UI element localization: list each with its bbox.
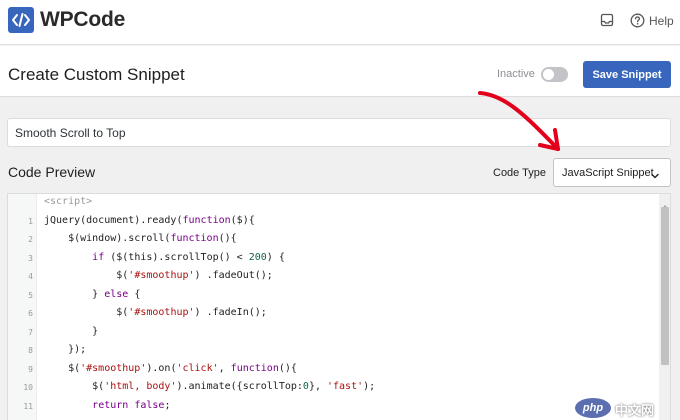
code-line[interactable]: 5 } else { bbox=[8, 287, 658, 305]
help-label: Help bbox=[649, 14, 674, 28]
code-line[interactable]: 6 $('#smoothup') .fadeIn(); bbox=[8, 305, 658, 323]
code-text: return false; bbox=[92, 399, 171, 411]
code-preview-label: Code Preview bbox=[8, 164, 96, 180]
chevron-down-icon bbox=[650, 168, 660, 186]
code-type-select[interactable]: JavaScript Snippet bbox=[553, 158, 671, 187]
page-title: Create Custom Snippet bbox=[8, 65, 185, 84]
code-text: $(window).scroll(function(){ bbox=[44, 233, 237, 244]
line-number: 1 bbox=[28, 216, 33, 226]
page-header: Create Custom Snippet Inactive Save Snip… bbox=[0, 46, 680, 97]
line-number: 9 bbox=[28, 364, 33, 374]
code-line[interactable]: 8 }); bbox=[8, 342, 658, 360]
code-line[interactable]: 4 $('#smoothup') .fadeOut(); bbox=[8, 268, 658, 286]
code-type-label: Code Type bbox=[493, 167, 547, 179]
annotation-arrow-icon bbox=[470, 85, 570, 165]
line-number: 6 bbox=[28, 309, 33, 318]
app-name: WPCode bbox=[40, 8, 126, 31]
top-bar: WPCode Help bbox=[0, 0, 680, 45]
code-editor[interactable]: <script> 1 jQuery(document).ready(function… bbox=[7, 193, 671, 420]
code-text: } else { bbox=[44, 288, 141, 300]
line-number: 4 bbox=[28, 272, 33, 281]
code-line[interactable]: 2 $(window).scroll(function(){ bbox=[8, 231, 658, 249]
status-label: Inactive bbox=[497, 68, 535, 80]
inbox-icon[interactable] bbox=[600, 13, 614, 32]
code-text: $('#smoothup') .fadeIn(); bbox=[44, 307, 267, 318]
code-line[interactable]: 11 return false; bbox=[8, 398, 658, 416]
code-text: }); bbox=[44, 344, 87, 355]
active-toggle[interactable] bbox=[541, 67, 568, 82]
code-line[interactable]: 3 if ($(this).scrollTop() < 200) { bbox=[8, 250, 658, 268]
code-line[interactable]: <script> bbox=[8, 194, 658, 212]
watermark-badge: php bbox=[575, 398, 611, 418]
code-text: <script> bbox=[44, 196, 93, 207]
code-text: if ($(this).scrollTop() < 200) { bbox=[92, 251, 285, 263]
code-text: jQuery(document).ready(function($){ bbox=[44, 214, 255, 226]
code-type-value: JavaScript Snippet bbox=[562, 167, 654, 179]
help-icon bbox=[630, 13, 645, 33]
code-text: $('#smoothup') .fadeOut(); bbox=[44, 270, 273, 281]
snippet-title-input[interactable] bbox=[7, 118, 671, 147]
save-snippet-button[interactable]: Save Snippet bbox=[583, 61, 671, 88]
editor-scrollbar[interactable] bbox=[659, 194, 670, 420]
code-text: $('html, body').animate({scrollTop:0}, '… bbox=[44, 381, 376, 392]
code-line[interactable]: 7 } bbox=[8, 324, 658, 342]
code-line[interactable]: 1 jQuery(document).ready(function($){ bbox=[8, 213, 658, 231]
line-number: 11 bbox=[23, 401, 33, 411]
line-number: 10 bbox=[23, 383, 33, 392]
line-number: 3 bbox=[28, 253, 33, 263]
wpcode-logo-icon bbox=[8, 7, 34, 33]
line-number: 2 bbox=[28, 235, 33, 244]
watermark-text: 中文网 bbox=[615, 403, 655, 418]
code-text: } bbox=[44, 325, 99, 337]
line-number: 8 bbox=[28, 346, 33, 355]
watermark: php 中文网 bbox=[575, 398, 675, 418]
code-line[interactable]: 10 $('html, body').animate({scrollTop:0}… bbox=[8, 379, 658, 397]
line-number: 5 bbox=[28, 290, 33, 300]
line-number: 7 bbox=[28, 327, 33, 337]
scrollbar-thumb[interactable] bbox=[661, 207, 669, 365]
code-line[interactable]: 9 $('#smoothup').on('click', function(){ bbox=[8, 361, 658, 379]
toggle-knob bbox=[543, 69, 554, 80]
code-text: $('#smoothup').on('click', function(){ bbox=[44, 362, 297, 374]
